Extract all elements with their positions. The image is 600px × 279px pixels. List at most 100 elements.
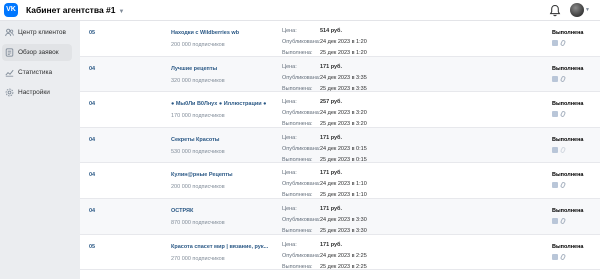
subscribers-count: 320 000 подписчиков (171, 77, 225, 84)
status-badge: Выполнена (552, 172, 584, 179)
table-row: 05 Находки с Wildberries wb 200 000 подп… (80, 21, 600, 57)
link-icon[interactable] (559, 253, 567, 261)
table-row: 04 Лучшие рецепты 320 000 подписчиков Це… (80, 56, 600, 93)
published-date: 24 дек 2023 в 1:10 (320, 181, 367, 188)
published-label: Опубликована: (282, 252, 321, 259)
price-value: 257 руб. (320, 99, 342, 106)
link-icon[interactable] (559, 110, 567, 118)
link-icon[interactable] (559, 146, 567, 154)
row-actions (552, 110, 568, 118)
price-value: 171 руб. (320, 63, 342, 70)
table-row: 04 Кулин@рные Рецепты 200 000 подписчико… (80, 163, 600, 199)
subscribers-count: 870 000 подписчиков (171, 220, 225, 226)
price-label: Цена: (282, 170, 297, 177)
price-label: Цена: (282, 99, 297, 106)
order-id[interactable]: 05 (89, 30, 95, 37)
price-value: 171 руб. (320, 134, 342, 141)
price-value: 171 руб. (320, 170, 342, 177)
top-bar: VK Кабинет агентства #1 ▼ ▼ (0, 0, 600, 21)
status-badge: Выполнена (552, 208, 584, 214)
row-actions (552, 146, 568, 154)
published-date: 24 дек 2023 в 0:15 (320, 145, 367, 152)
published-label: Опубликована: (282, 181, 321, 188)
subscribers-count: 200 000 подписчиков (171, 42, 225, 48)
order-id[interactable]: 04 (89, 66, 95, 73)
chevron-down-icon: ▼ (118, 9, 125, 15)
row-actions (552, 253, 568, 261)
sidebar: Центр клиентов Обзор заявок Статистика Н… (0, 21, 76, 279)
row-actions (552, 39, 568, 47)
status-badge: Выполнена (552, 136, 584, 143)
statistics-icon[interactable] (552, 182, 558, 189)
order-id[interactable]: 04 (89, 101, 95, 108)
link-icon[interactable] (559, 181, 567, 189)
completed-label: Выполнена: (282, 263, 313, 270)
community-link[interactable]: ОСТРЯК (171, 208, 193, 215)
community-link[interactable]: Красота спасет мир | вязание, рук... (171, 244, 268, 251)
order-id[interactable]: 04 (89, 137, 95, 144)
community-link[interactable]: Находки с Wildberries wb (171, 30, 239, 37)
sidebar-item-label: Настройки (18, 89, 50, 96)
price-label: Цена: (282, 28, 297, 34)
order-id[interactable]: 04 (89, 172, 95, 179)
subscribers-count: 200 000 подписчиков (171, 184, 225, 191)
statistics-icon[interactable] (552, 40, 558, 46)
published-date: 24 дек 2023 в 2:25 (320, 252, 367, 259)
row-actions (552, 75, 568, 83)
link-icon[interactable] (559, 75, 567, 83)
sidebar-item-settings[interactable]: Настройки (2, 84, 72, 101)
published-label: Опубликована: (282, 110, 321, 117)
statistics-icon[interactable] (552, 253, 558, 260)
price-label: Цена: (282, 241, 297, 248)
sidebar-item-label: Центр клиентов (18, 29, 66, 36)
statistics-icon[interactable] (552, 146, 558, 153)
avatar (570, 3, 584, 17)
status-badge: Выполнена (552, 30, 584, 36)
row-actions (552, 217, 568, 225)
subscribers-count: 170 000 подписчиков (171, 113, 225, 120)
orders-table: 05 Находки с Wildberries wb 200 000 подп… (80, 21, 600, 279)
statistics-icon[interactable] (552, 218, 558, 224)
price-label: Цена: (282, 206, 297, 212)
sidebar-item-statistics[interactable]: Статистика (2, 64, 72, 81)
people-icon (5, 28, 14, 37)
price-label: Цена: (282, 134, 297, 141)
sidebar-item-clients[interactable]: Центр клиентов (2, 24, 72, 41)
statistics-icon[interactable] (552, 75, 558, 82)
community-link[interactable]: ● Мы0Ли В0Лнух ● Иллюстрации ● (171, 101, 266, 108)
price-value: 171 руб. (320, 241, 342, 248)
statistics-icon[interactable] (552, 111, 558, 118)
chevron-down-icon: ▼ (585, 7, 590, 13)
community-link[interactable]: Секреты Красоты (171, 137, 220, 144)
table-row: 05 Красота спасет мир | вязание, рук... … (80, 235, 600, 271)
cabinet-switcher[interactable]: Кабинет агентства #1 ▼ (26, 3, 124, 19)
sidebar-item-label: Обзор заявок (18, 49, 59, 56)
completed-date: 25 дек 2023 в 2:25 (320, 263, 367, 270)
price-label: Цена: (282, 63, 297, 70)
order-id[interactable]: 04 (89, 208, 95, 215)
table-row: 04 Секреты Красоты 530 000 подписчиков Ц… (80, 127, 600, 164)
bell-icon[interactable] (549, 4, 561, 17)
status-badge: Выполнена (552, 243, 584, 250)
profile-menu[interactable]: ▼ (570, 3, 590, 18)
vk-logo[interactable]: VK (4, 3, 18, 17)
published-date: 24 дек 2023 в 3:35 (320, 74, 367, 81)
published-label: Опубликована: (282, 217, 321, 223)
row-actions (552, 181, 568, 189)
order-id[interactable]: 05 (89, 244, 95, 251)
community-link[interactable]: Лучшие рецепты (171, 66, 217, 73)
published-date: 24 дек 2023 в 1:20 (320, 39, 367, 45)
table-row: 04 ОСТРЯК 870 000 подписчиков Цена: 171 … (80, 199, 600, 235)
chart-icon (5, 69, 14, 77)
published-date: 24 дек 2023 в 3:30 (320, 217, 367, 223)
subscribers-count: 530 000 подписчиков (171, 148, 225, 155)
sidebar-item-label: Статистика (18, 69, 53, 76)
price-value: 171 руб. (320, 206, 342, 212)
published-label: Опубликована: (282, 74, 321, 81)
published-date: 24 дек 2023 в 3:20 (320, 110, 367, 117)
published-label: Опубликована: (282, 39, 321, 45)
link-icon[interactable] (559, 39, 567, 47)
sidebar-item-orders[interactable]: Обзор заявок (2, 44, 72, 61)
link-icon[interactable] (559, 217, 567, 225)
community-link[interactable]: Кулин@рные Рецепты (171, 172, 233, 179)
